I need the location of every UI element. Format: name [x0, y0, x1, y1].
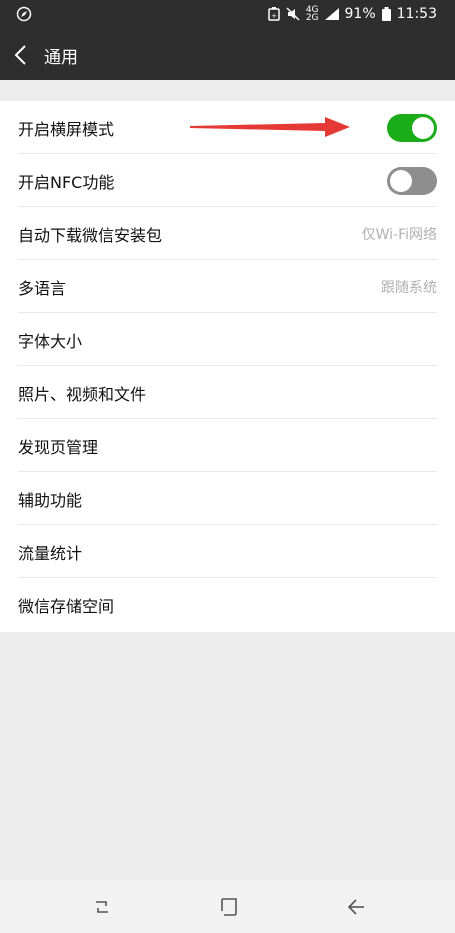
setting-data-usage[interactable]: 流量统计 — [0, 525, 455, 578]
network-bottom: 2G — [305, 13, 319, 23]
setting-label: 多语言 — [18, 278, 67, 298]
navigation-bar — [0, 880, 455, 933]
setting-label: 开启NFC功能 — [18, 172, 115, 192]
battery-icon — [381, 7, 391, 21]
home-icon[interactable] — [217, 895, 241, 919]
mute-icon — [286, 7, 300, 21]
setting-nfc[interactable]: 开启NFC功能 — [0, 154, 455, 207]
battery-saver-icon: + — [268, 7, 280, 21]
setting-auto-download[interactable]: 自动下载微信安装包 仅Wi-Fi网络 — [0, 207, 455, 260]
back-icon[interactable] — [344, 895, 368, 919]
setting-label: 发现页管理 — [18, 437, 99, 457]
setting-font-size[interactable]: 字体大小 — [0, 313, 455, 366]
landscape-toggle[interactable] — [387, 113, 437, 142]
svg-text:+: + — [271, 12, 277, 20]
battery-percent: 91% — [344, 6, 376, 22]
setting-value: 跟随系统 — [381, 279, 437, 296]
clock: 11:53 — [396, 6, 437, 22]
setting-label: 字体大小 — [18, 331, 83, 351]
setting-label: 自动下载微信安装包 — [18, 225, 163, 245]
setting-discover-management[interactable]: 发现页管理 — [0, 419, 455, 472]
setting-label: 辅助功能 — [18, 490, 83, 510]
setting-accessibility[interactable]: 辅助功能 — [0, 472, 455, 525]
page-title: 通用 — [44, 48, 78, 68]
compass-icon — [16, 6, 32, 22]
title-bar: 通用 — [0, 30, 455, 80]
annotation-arrow-icon — [190, 117, 350, 137]
settings-list: 开启横屏模式 开启NFC功能 自动下载微信安装包 仅Wi-Fi网络 多语言 跟随… — [0, 101, 455, 632]
nfc-toggle[interactable] — [387, 166, 437, 195]
setting-media-files[interactable]: 照片、视频和文件 — [0, 366, 455, 419]
back-arrow-icon[interactable] — [10, 42, 32, 68]
setting-value: 仅Wi-Fi网络 — [361, 226, 437, 243]
toggle-knob — [390, 169, 412, 192]
setting-label: 微信存储空间 — [18, 596, 115, 616]
setting-label: 流量统计 — [18, 543, 83, 563]
network-type: 4G 2G — [305, 6, 319, 23]
setting-storage[interactable]: 微信存储空间 — [0, 578, 455, 631]
signal-icon — [324, 8, 339, 20]
setting-label: 开启横屏模式 — [18, 119, 115, 139]
status-bar: + 4G 2G 91% 11:53 — [0, 0, 455, 30]
toggle-knob — [412, 116, 434, 139]
recent-apps-icon[interactable] — [90, 895, 114, 919]
status-right: + 4G 2G 91% 11:53 — [268, 6, 437, 23]
setting-label: 照片、视频和文件 — [18, 384, 147, 404]
setting-language[interactable]: 多语言 跟随系统 — [0, 260, 455, 313]
